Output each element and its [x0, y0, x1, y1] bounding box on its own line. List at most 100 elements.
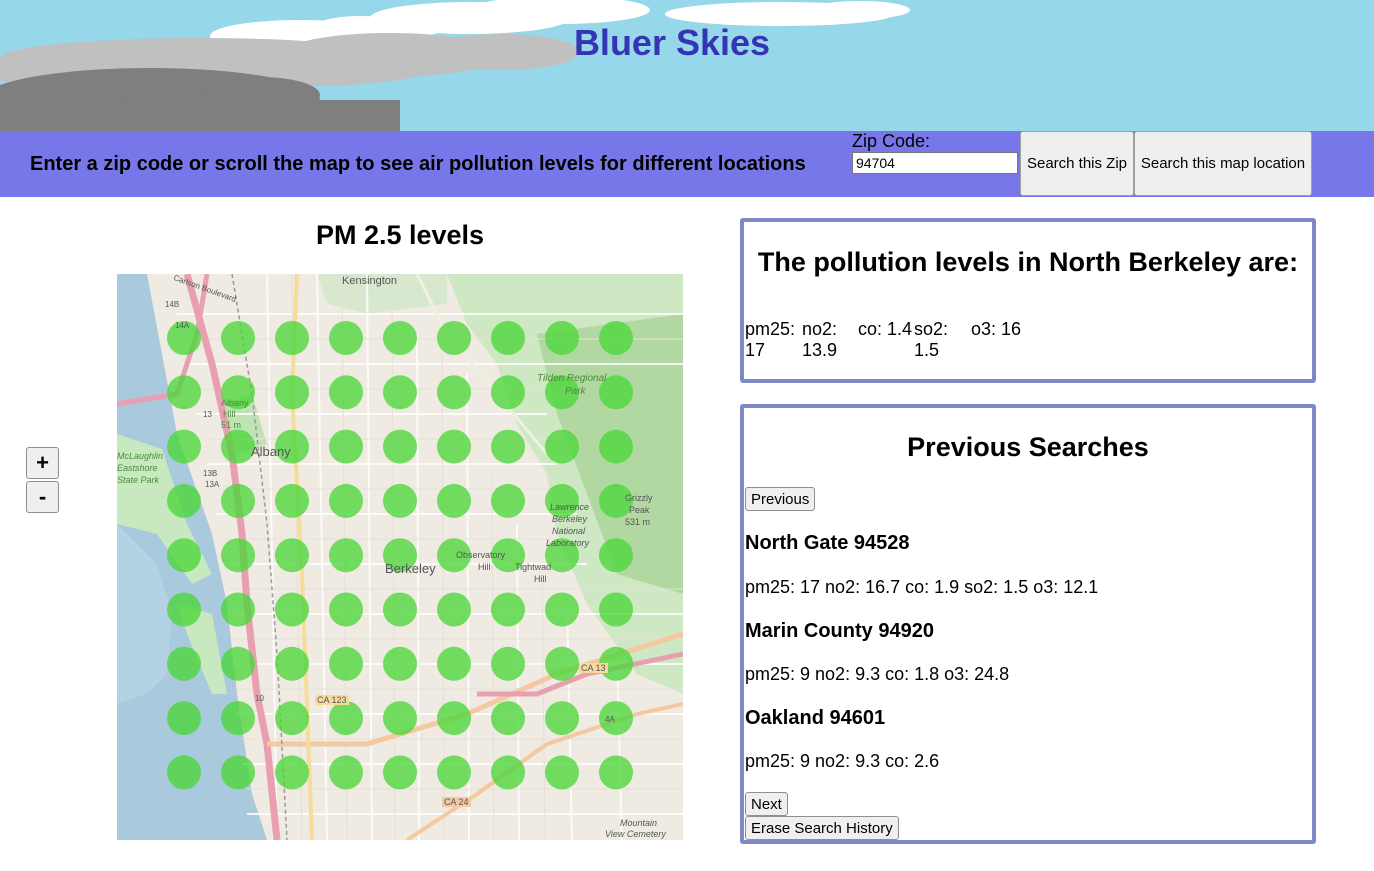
previous-searches-panel: Previous Searches Previous North Gate 94… — [740, 404, 1316, 844]
previous-button[interactable]: Previous — [745, 487, 816, 511]
pm25-dot — [275, 321, 309, 355]
pm25-dot — [491, 646, 525, 681]
map-label-lawrence-4: Laboratory — [546, 538, 590, 548]
current-levels-heading: The pollution levels in North Berkeley a… — [757, 247, 1299, 277]
map-label-exit-10: 10 — [255, 694, 264, 703]
pm25-dot — [167, 375, 201, 410]
pm25-dot — [437, 483, 471, 518]
pm25-dot — [329, 592, 363, 627]
map-title: PM 2.5 levels — [315, 220, 485, 250]
current-no2-label: no2: — [802, 319, 838, 339]
instructions-text: Enter a zip code or scroll the map to se… — [30, 153, 806, 175]
pm25-dot — [221, 646, 255, 681]
pm25-dot — [491, 429, 525, 464]
pm25-dot — [437, 701, 471, 736]
map-label-grizzly-2: Peak — [629, 505, 650, 515]
map-label-tilden-2: Park — [565, 386, 586, 397]
map-label-tightwad-2: Hill — [534, 574, 547, 584]
zoom-in-button[interactable]: + — [26, 447, 59, 479]
pm25-dot — [545, 429, 579, 464]
pm25-dot — [275, 538, 309, 573]
current-so2-value: 1.5 — [914, 340, 940, 360]
current-co-label: co: 1.4 — [858, 319, 913, 339]
current-levels-panel: The pollution levels in North Berkeley a… — [740, 218, 1316, 383]
pm25-dot — [167, 429, 201, 464]
pm25-dot — [545, 755, 579, 790]
pm25-dot — [167, 701, 201, 736]
pm25-dot — [545, 592, 579, 627]
pm25-dot — [329, 429, 363, 464]
pm25-dot — [383, 755, 417, 790]
pm25-dot — [167, 483, 201, 518]
pm25-dot — [221, 592, 255, 627]
map-label-ca24: CA 24 — [442, 797, 471, 807]
site-title: Bluer Skies — [573, 22, 771, 63]
pm25-dot — [437, 429, 471, 464]
pm25-dot — [599, 538, 633, 573]
pm25-dot — [167, 755, 201, 790]
pm25-dot — [545, 701, 579, 736]
zip-code-input[interactable] — [852, 152, 1018, 174]
current-o3-label: o3: 16 — [971, 319, 1022, 339]
map-label-lawrence-3: National — [552, 526, 586, 536]
search-zip-button[interactable]: Search this Zip — [1020, 131, 1134, 196]
pm25-dot — [437, 592, 471, 627]
map-label-lawrence-1: Lawrence — [550, 502, 590, 512]
pm25-dot — [383, 429, 417, 464]
pm25-dot — [275, 701, 309, 736]
pm25-dot — [275, 646, 309, 681]
map-label-grizzly-1: Grizzly — [625, 493, 653, 503]
pm25-dot — [329, 321, 363, 355]
map-label-exit-14b: 14B — [165, 300, 180, 309]
zoom-out-button[interactable]: - — [26, 481, 59, 513]
pm25-dot — [383, 375, 417, 410]
current-values-row: pm25: 17 no2: 13.9 co: 1.4 so2: 1.5 o3: … — [745, 319, 1031, 361]
pm25-dot — [491, 701, 525, 736]
map-label-kensington: Kensington — [342, 275, 398, 287]
map-label-albany-hill-1: Albany — [221, 398, 249, 408]
erase-history-button[interactable]: Erase Search History — [745, 816, 899, 840]
map-label-albany-hill-2: Hill — [223, 409, 236, 419]
map-label-grizzly-3: 531 m — [625, 517, 651, 527]
pm25-dot — [491, 375, 525, 410]
pollution-map[interactable]: Kensington Carlson Boulevard Albany Berk… — [117, 274, 683, 840]
map-label-ca123: CA 123 — [315, 695, 349, 705]
history-entry-values: pm25: 17 no2: 16.7 co: 1.9 so2: 1.5 o3: … — [745, 577, 1099, 597]
pm25-dots-layer — [167, 321, 633, 790]
pm25-dot — [383, 483, 417, 518]
history-entry-values: pm25: 9 no2: 9.3 co: 2.6 — [745, 751, 940, 771]
map-label-tilden-1: Tilden Regional — [537, 373, 607, 384]
pm25-dot — [491, 592, 525, 627]
search-map-location-button[interactable]: Search this map location — [1134, 131, 1312, 196]
pm25-dot — [383, 592, 417, 627]
map-label-mountain-1: Mountain — [620, 818, 658, 828]
pm25-dot — [491, 483, 525, 518]
pm25-dot — [437, 375, 471, 410]
pm25-dot — [491, 755, 525, 790]
map-label-berkeley: Berkeley — [385, 561, 436, 576]
map-label-tightwad-1: Tightwad — [515, 562, 552, 572]
current-so2-label: so2: — [914, 319, 949, 339]
pm25-dot — [275, 483, 309, 518]
current-o3: o3: 16 — [971, 319, 1031, 361]
history-entry-name: Oakland 94601 — [745, 707, 886, 729]
current-pm25-value: 17 — [745, 340, 766, 360]
pm25-dot — [221, 755, 255, 790]
pm25-dot — [437, 646, 471, 681]
map-label-observatory-2: Hill — [478, 562, 491, 572]
pm25-dot — [329, 375, 363, 410]
previous-searches-heading: Previous Searches — [907, 432, 1149, 462]
pm25-dot — [437, 321, 471, 355]
header-sky: Bluer Skies — [0, 0, 1374, 131]
pm25-dot — [329, 538, 363, 573]
map-label-mclaughlin-3: State Park — [117, 475, 160, 485]
history-entry-name: Marin County 94920 — [745, 620, 934, 642]
history-entry-values: pm25: 9 no2: 9.3 co: 1.8 o3: 24.8 — [745, 664, 1010, 684]
current-no2-value: 13.9 — [802, 340, 838, 360]
pm25-dot — [275, 592, 309, 627]
pm25-dot — [383, 646, 417, 681]
current-no2: no2: 13.9 — [802, 319, 858, 361]
next-button[interactable]: Next — [745, 792, 788, 816]
map-label-lawrence-2: Berkeley — [552, 514, 588, 524]
map-label-mclaughlin-2: Eastshore — [117, 463, 158, 473]
